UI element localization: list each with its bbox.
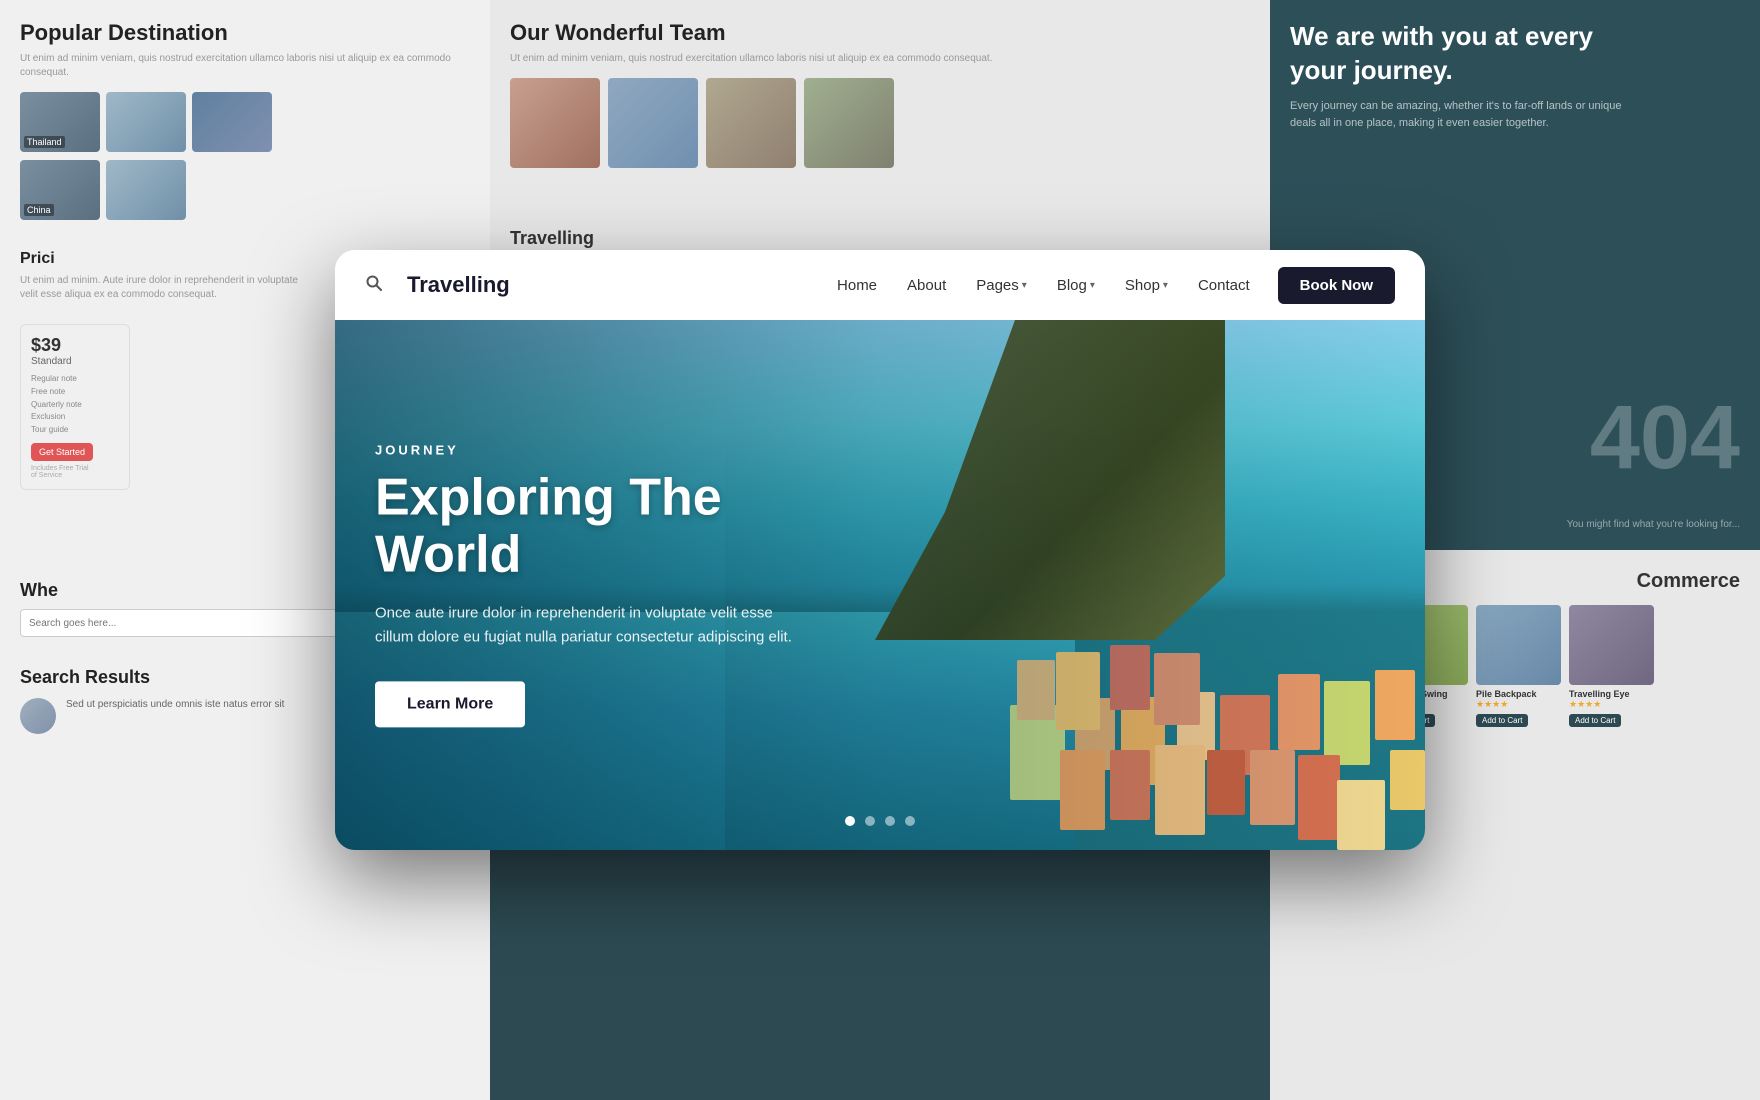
nav-about[interactable]: About <box>895 271 958 300</box>
slide-dot-4[interactable] <box>905 816 915 826</box>
pages-dropdown-arrow: ▾ <box>1022 280 1027 291</box>
nav-home[interactable]: Home <box>825 271 889 300</box>
hero-description: Once aute irure dolor in reprehenderit i… <box>375 602 815 650</box>
nav-contact[interactable]: Contact <box>1186 271 1262 300</box>
navbar: Travelling Home About Pages ▾ Blog ▾ Sho… <box>335 250 1425 320</box>
travelling-modal: Travelling Home About Pages ▾ Blog ▾ Sho… <box>335 250 1425 850</box>
slide-dot-2[interactable] <box>865 816 875 826</box>
slide-indicators <box>845 816 915 826</box>
learn-more-button[interactable]: Learn More <box>375 682 525 728</box>
nav-links: Home About Pages ▾ Blog ▾ Shop ▾ Contact… <box>825 267 1395 304</box>
hero-content: JOURNEY Exploring The World Once aute ir… <box>375 442 875 727</box>
nav-blog-label: Blog <box>1057 277 1087 294</box>
nav-shop[interactable]: Shop ▾ <box>1113 271 1180 300</box>
hero-eyebrow: JOURNEY <box>375 442 875 457</box>
hero-section: JOURNEY Exploring The World Once aute ir… <box>335 320 1425 850</box>
nav-blog[interactable]: Blog ▾ <box>1045 271 1107 300</box>
slide-dot-1[interactable] <box>845 816 855 826</box>
nav-pages[interactable]: Pages ▾ <box>964 271 1039 300</box>
blog-dropdown-arrow: ▾ <box>1090 280 1095 291</box>
nav-logo: Travelling <box>407 272 510 298</box>
search-icon[interactable] <box>365 274 383 297</box>
nav-shop-label: Shop <box>1125 277 1160 294</box>
slide-dot-3[interactable] <box>885 816 895 826</box>
nav-pages-label: Pages <box>976 277 1019 294</box>
modal-overlay: Travelling Home About Pages ▾ Blog ▾ Sho… <box>0 0 1760 1100</box>
hero-title: Exploring The World <box>375 469 875 583</box>
book-now-button[interactable]: Book Now <box>1278 267 1395 304</box>
shop-dropdown-arrow: ▾ <box>1163 280 1168 291</box>
